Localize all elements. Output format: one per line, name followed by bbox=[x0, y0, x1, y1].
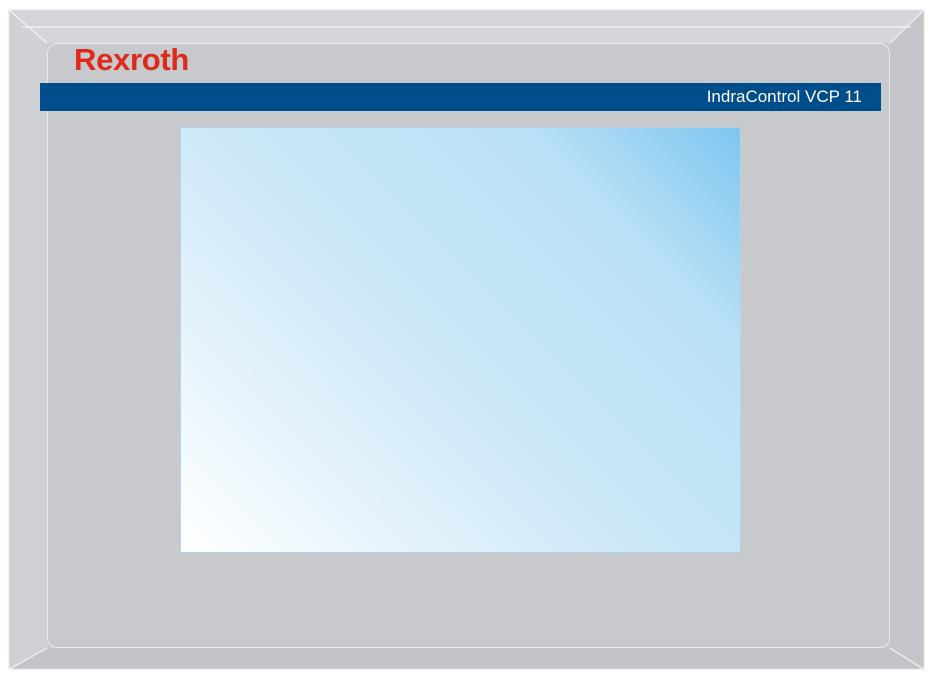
brand-name: Rexroth bbox=[74, 42, 190, 77]
brand-logo: Rexroth bbox=[74, 44, 189, 75]
model-name: IndraControl VCP 11 bbox=[706, 87, 862, 106]
touch-screen[interactable] bbox=[180, 127, 741, 553]
header-band: IndraControl VCP 11 bbox=[40, 83, 881, 111]
